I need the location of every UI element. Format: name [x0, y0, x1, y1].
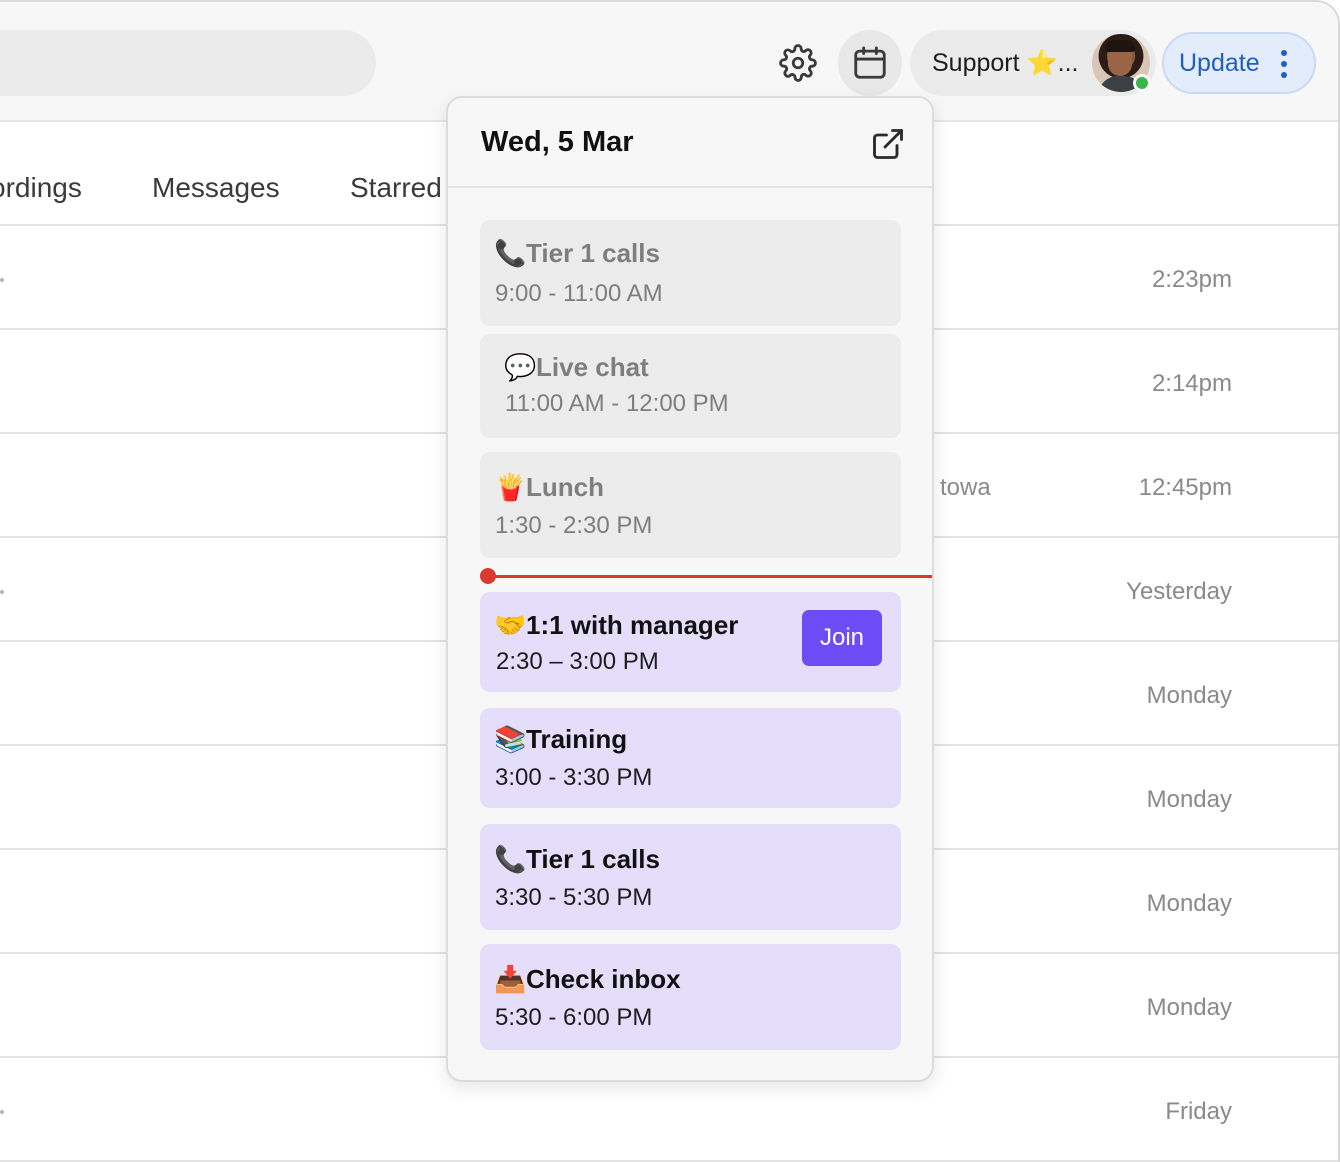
- inbox-tray-icon: 📥: [494, 964, 527, 994]
- update-button-label: Update: [1179, 49, 1260, 77]
- kebab-menu-icon[interactable]: [1280, 50, 1288, 78]
- speech-bubble-icon: 💬: [504, 352, 537, 382]
- event-title-text: Training: [526, 724, 628, 754]
- row-marker: [0, 278, 4, 282]
- event-title-text: Tier 1 calls: [526, 844, 660, 874]
- event-title: 📚Training: [494, 724, 627, 755]
- event-title: 📥Check inbox: [494, 964, 681, 995]
- calendar-event[interactable]: 📞Tier 1 calls 9:00 - 11:00 AM: [480, 220, 901, 326]
- current-time-line: [488, 575, 932, 578]
- row-time: Monday: [1146, 682, 1232, 709]
- event-time: 3:30 - 5:30 PM: [495, 884, 653, 911]
- join-button[interactable]: Join: [802, 610, 882, 666]
- phone-icon: 📞: [494, 238, 527, 268]
- event-title: 📞Tier 1 calls: [494, 238, 660, 269]
- event-time: 5:30 - 6:00 PM: [495, 1004, 653, 1031]
- tab-messages[interactable]: Messages: [152, 172, 280, 204]
- calendar-popover: Wed, 5 Mar 📞Tier 1 calls 9:00 - 11:00 AM…: [446, 96, 934, 1082]
- event-title-text: 1:1 with manager: [526, 610, 739, 640]
- calendar-popover-header: Wed, 5 Mar: [448, 98, 932, 188]
- event-title: 🤝1:1 with manager: [494, 610, 738, 641]
- row-snippet: towa: [940, 474, 991, 501]
- calendar-button[interactable]: [838, 30, 902, 96]
- gear-icon: [779, 44, 817, 82]
- external-link-icon[interactable]: [870, 126, 906, 162]
- event-time: 2:30 – 3:00 PM: [496, 648, 659, 675]
- app-window: Support ⭐... Update ordings Messages Sta…: [0, 0, 1340, 1162]
- calendar-date: Wed, 5 Mar: [481, 126, 634, 158]
- event-title-text: Tier 1 calls: [526, 238, 660, 268]
- calendar-icon: [854, 46, 886, 79]
- calendar-event[interactable]: 🍟Lunch 1:30 - 2:30 PM: [480, 452, 901, 558]
- row-time: 2:23pm: [1151, 266, 1232, 293]
- tab-starred[interactable]: Starred: [350, 172, 442, 204]
- row-time: 2:14pm: [1151, 370, 1232, 397]
- row-time: Monday: [1146, 890, 1232, 917]
- online-status-dot: [1133, 74, 1151, 92]
- phone-icon: 📞: [494, 844, 527, 874]
- row-time: 12:45pm: [1138, 474, 1232, 501]
- event-time: 1:30 - 2:30 PM: [495, 512, 653, 539]
- event-title-text: Check inbox: [526, 964, 681, 994]
- row-marker: [0, 1110, 4, 1114]
- settings-button[interactable]: [766, 30, 830, 96]
- search-input[interactable]: [0, 30, 376, 96]
- calendar-event[interactable]: 📞Tier 1 calls 3:30 - 5:30 PM: [480, 824, 901, 930]
- calendar-event[interactable]: 📥Check inbox 5:30 - 6:00 PM: [480, 944, 901, 1050]
- event-title: 💬Live chat: [504, 352, 649, 383]
- tab-recordings[interactable]: ordings: [0, 172, 82, 204]
- event-title-text: Lunch: [526, 472, 604, 502]
- event-time: 9:00 - 11:00 AM: [495, 280, 663, 307]
- support-status-label: Support ⭐...: [932, 49, 1079, 77]
- event-title: 🍟Lunch: [494, 472, 604, 503]
- update-button[interactable]: Update: [1162, 32, 1316, 94]
- event-time: 3:00 - 3:30 PM: [495, 764, 653, 791]
- row-time: Yesterday: [1126, 578, 1232, 605]
- handshake-icon: 🤝: [494, 610, 527, 640]
- calendar-event[interactable]: 💬Live chat 11:00 AM - 12:00 PM: [480, 334, 901, 438]
- row-time: Monday: [1146, 994, 1232, 1021]
- calendar-event-current[interactable]: 🤝1:1 with manager 2:30 – 3:00 PM Join: [480, 592, 901, 692]
- event-time: 11:00 AM - 12:00 PM: [505, 390, 729, 417]
- event-title: 📞Tier 1 calls: [494, 844, 660, 875]
- books-icon: 📚: [494, 724, 527, 754]
- calendar-event[interactable]: 📚Training 3:00 - 3:30 PM: [480, 708, 901, 808]
- row-time: Friday: [1165, 1098, 1232, 1125]
- row-time: Monday: [1146, 786, 1232, 813]
- fries-icon: 🍟: [494, 472, 527, 502]
- row-marker: [0, 590, 4, 594]
- event-title-text: Live chat: [536, 352, 649, 382]
